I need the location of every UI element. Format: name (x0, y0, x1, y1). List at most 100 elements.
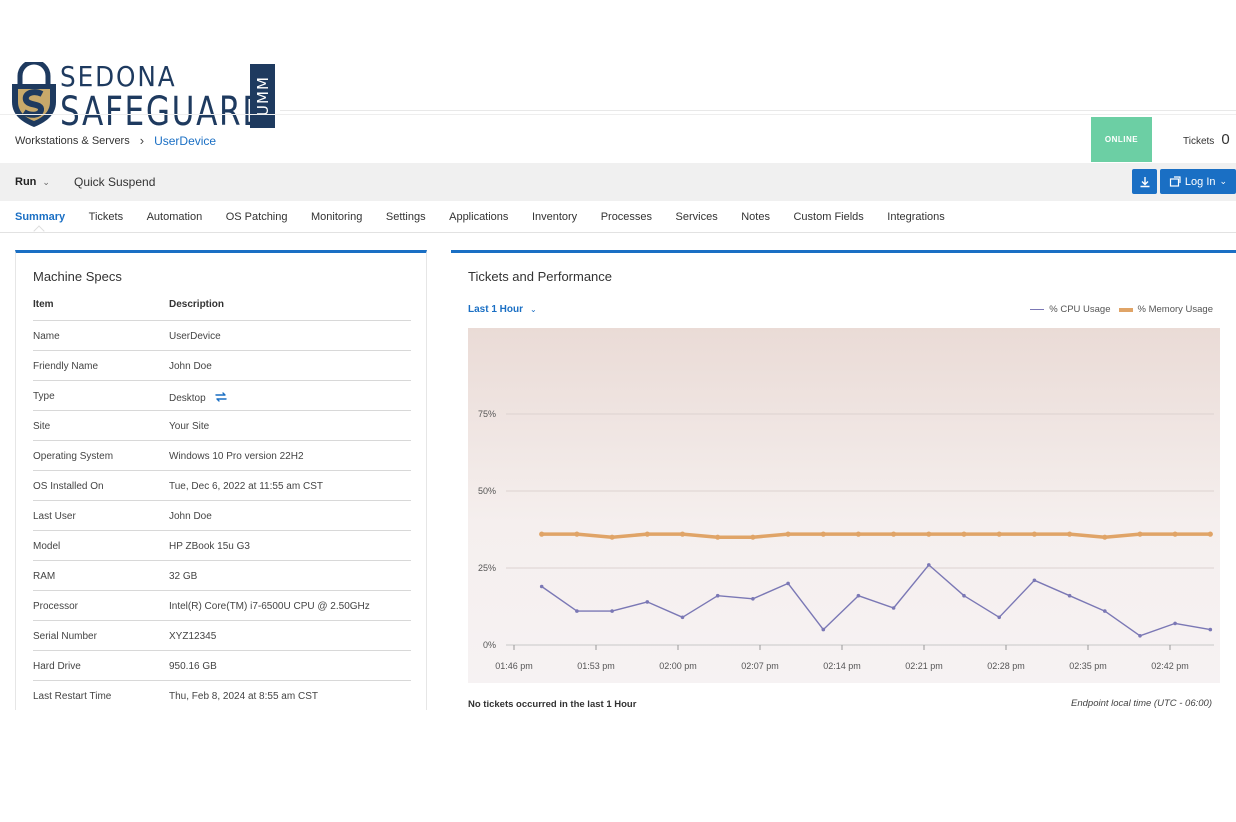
cpu-data-point[interactable] (610, 609, 614, 613)
memory-data-point[interactable] (1031, 531, 1037, 537)
legend-item-memory[interactable]: % Memory Usage (1118, 304, 1214, 315)
specs-row-item: Serial Number (33, 631, 97, 642)
memory-data-point[interactable] (926, 531, 932, 537)
cpu-data-point[interactable] (1067, 593, 1072, 598)
tab-tickets[interactable]: Tickets (89, 211, 123, 223)
specs-row: Name UserDevice (33, 321, 411, 351)
memory-data-point[interactable] (609, 534, 615, 540)
cpu-data-point[interactable] (786, 581, 790, 586)
tab-services[interactable]: Services (676, 211, 718, 223)
cpu-data-point[interactable] (891, 606, 896, 610)
x-tick-label: 02:28 pm (987, 661, 1025, 671)
memory-data-point[interactable] (1137, 531, 1143, 537)
memory-data-point[interactable] (961, 531, 967, 537)
logo-umm-badge: UMM (250, 64, 275, 128)
swap-icon[interactable] (214, 391, 228, 406)
memory-data-point[interactable] (539, 531, 545, 537)
x-tick-label: 02:00 pm (659, 661, 697, 671)
memory-data-point[interactable] (820, 531, 826, 537)
tab-applications[interactable]: Applications (449, 211, 508, 223)
x-tick-label: 02:14 pm (823, 661, 861, 671)
specs-row-item: Site (33, 421, 51, 432)
memory-data-point[interactable] (785, 531, 791, 537)
legend-swatch-cpu (1030, 308, 1045, 311)
specs-row-value-text: John Doe (169, 511, 212, 522)
cpu-data-point[interactable] (680, 615, 685, 620)
x-tick-label: 02:07 pm (741, 661, 779, 671)
cpu-data-point[interactable] (1032, 578, 1037, 583)
specs-row: RAM 32 GB (33, 561, 411, 591)
memory-data-point[interactable] (996, 531, 1002, 537)
cpu-data-point[interactable] (821, 627, 826, 632)
tab-processes[interactable]: Processes (601, 211, 652, 223)
memory-data-point[interactable] (1172, 531, 1178, 537)
memory-data-point[interactable] (644, 531, 650, 537)
specs-col-description: Description (169, 299, 225, 310)
action-toolbar: Run ⌄ Quick Suspend Log In ⌄ (0, 163, 1236, 201)
chevron-down-icon: ⌄ (530, 305, 537, 314)
remote-login-icon (1169, 175, 1181, 187)
specs-row-item: Model (33, 541, 61, 552)
specs-row-value-text: Desktop (169, 393, 206, 404)
cpu-data-point[interactable] (997, 615, 1001, 620)
cpu-data-point[interactable] (856, 593, 861, 598)
x-tick-label: 02:35 pm (1069, 661, 1107, 671)
specs-row-item: RAM (33, 571, 56, 582)
run-menu-button[interactable]: Run ⌄ (15, 176, 50, 188)
cpu-data-point[interactable] (575, 609, 579, 613)
cpu-data-point[interactable] (1138, 634, 1142, 638)
specs-row: Last User John Doe (33, 501, 411, 531)
specs-row: Processor Intel(R) Core(TM) i7-6500U CPU … (33, 591, 411, 621)
memory-data-point[interactable] (750, 534, 756, 540)
tab-settings[interactable]: Settings (386, 211, 426, 223)
chevron-right-icon: › (139, 133, 145, 148)
cpu-data-point[interactable] (927, 563, 931, 567)
memory-data-point[interactable] (715, 534, 721, 540)
no-tickets-message: No tickets occurred in the last 1 Hour (468, 699, 637, 710)
memory-data-point[interactable] (891, 531, 897, 537)
legend-label-memory: % Memory Usage (1137, 304, 1214, 315)
tab-integrations[interactable]: Integrations (887, 211, 944, 223)
tab-automation[interactable]: Automation (147, 211, 203, 223)
tab-summary[interactable]: Summary (15, 211, 65, 223)
tab-notes[interactable]: Notes (741, 211, 770, 223)
memory-data-point[interactable] (574, 531, 580, 537)
performance-panel: Tickets and Performance Last 1 Hour ⌄ % … (451, 250, 1236, 720)
tickets-counter[interactable]: Tickets 0 (1183, 131, 1230, 148)
cpu-data-point[interactable] (1103, 609, 1107, 613)
x-tick-label: 01:46 pm (495, 661, 533, 671)
download-button[interactable] (1132, 169, 1157, 194)
memory-data-point[interactable] (679, 531, 686, 537)
specs-row-value-text: XYZ12345 (169, 631, 217, 642)
memory-data-point[interactable] (855, 531, 861, 537)
y-tick-label: 75% (478, 409, 496, 419)
specs-row: Hard Drive 950.16 GB (33, 651, 411, 681)
specs-row: Friendly Name John Doe (33, 351, 411, 381)
cpu-data-point[interactable] (962, 593, 966, 598)
log-in-button[interactable]: Log In ⌄ (1160, 169, 1236, 194)
x-tick-label: 01:53 pm (577, 661, 615, 671)
legend-item-cpu[interactable]: % CPU Usage (1030, 304, 1111, 315)
cpu-data-point[interactable] (751, 597, 755, 601)
log-in-label: Log In (1184, 175, 1216, 188)
tab-monitoring[interactable]: Monitoring (311, 211, 362, 223)
breadcrumb-parent[interactable]: Workstations & Servers (15, 135, 130, 147)
specs-row-value: Windows 10 Pro version 22H2 (169, 451, 304, 462)
cpu-data-point[interactable] (645, 600, 650, 604)
cpu-data-point[interactable] (539, 584, 544, 589)
tab-os-patching[interactable]: OS Patching (226, 211, 288, 223)
cpu-data-point[interactable] (715, 593, 720, 598)
memory-data-point[interactable] (1102, 534, 1108, 540)
specs-row-value: Desktop (169, 391, 228, 406)
memory-data-point[interactable] (1067, 531, 1073, 537)
tab-custom-fields[interactable]: Custom Fields (793, 211, 863, 223)
cpu-data-point[interactable] (1173, 621, 1177, 626)
time-range-select[interactable]: Last 1 Hour ⌄ (468, 304, 537, 315)
specs-row-value-text: 32 GB (169, 571, 198, 582)
memory-data-point[interactable] (1207, 531, 1213, 537)
tab-inventory[interactable]: Inventory (532, 211, 577, 223)
cpu-data-point[interactable] (1208, 627, 1213, 632)
quick-suspend-button[interactable]: Quick Suspend (74, 175, 155, 189)
specs-row-item: Name (33, 331, 60, 342)
breadcrumb-current[interactable]: UserDevice (154, 134, 216, 148)
